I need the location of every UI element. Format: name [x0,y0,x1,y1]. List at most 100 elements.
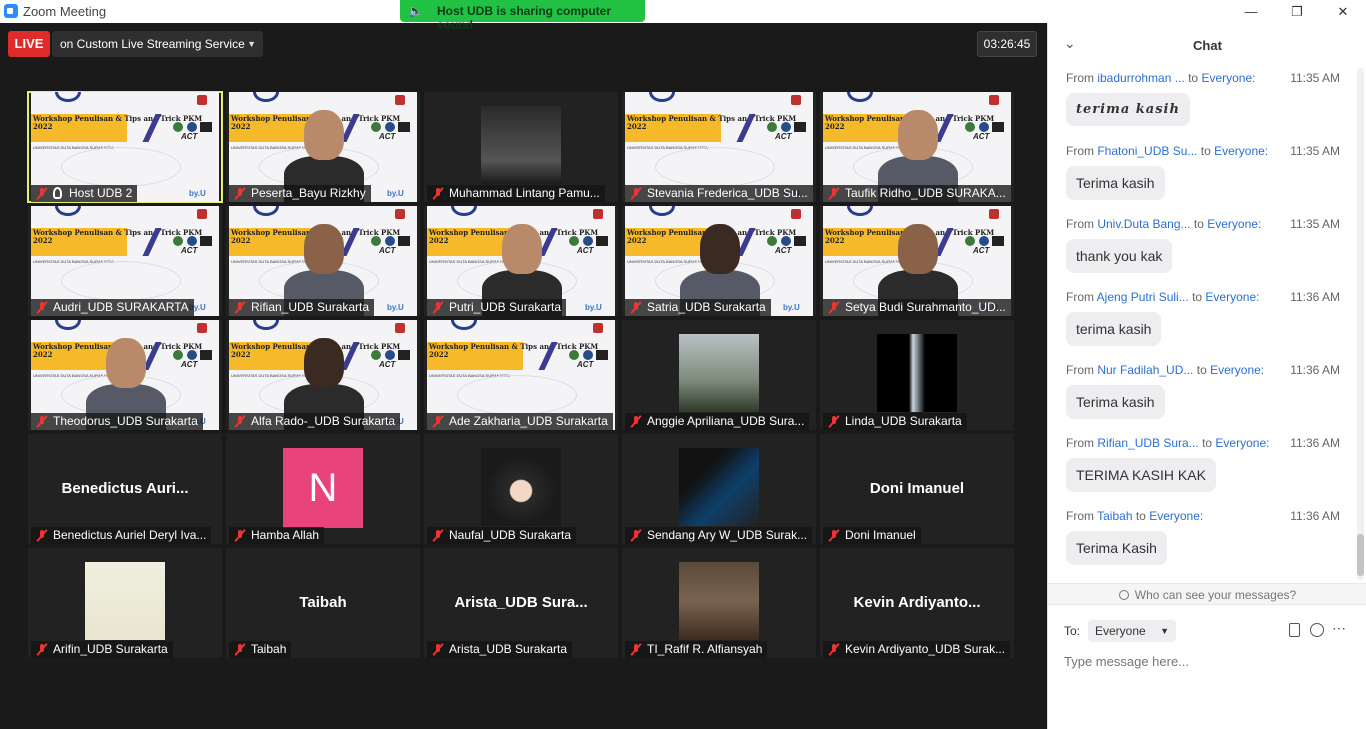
participant-tile[interactable]: Workshop Penulisan & Tips and Trick PKM … [622,92,816,202]
participant-tile[interactable]: Naufal_UDB Surakarta [424,434,618,544]
message-recipient[interactable]: Everyone: [1205,290,1259,304]
decor-ring [847,92,873,102]
participant-name: Host UDB 2 [69,186,133,200]
participant-face [502,224,542,274]
participant-tile[interactable]: Sendang Ary W_UDB Surak... [622,434,816,544]
file-icon[interactable] [1289,623,1300,637]
message-recipient[interactable]: Everyone: [1207,217,1261,231]
participant-tile[interactable]: Arifin_UDB Surakarta [28,548,222,658]
minimize-button[interactable]: — [1228,0,1274,23]
byu-logo: by.U [585,303,602,312]
participant-tile[interactable]: Benedictus Auri... Benedictus Auriel Dery… [28,434,222,544]
participant-tile[interactable]: N Hamba Allah [226,434,420,544]
message-bubble: Terima Kasih [1066,531,1167,565]
participant-tile[interactable]: Anggie Apriliana_UDB Sura... [622,320,816,430]
chat-scroll-thumb[interactable] [1357,534,1364,576]
participant-tile[interactable]: Workshop Penulisan & Tips and Trick PKM … [226,320,420,430]
live-stream-service-label: on Custom Live Streaming Service [60,37,245,51]
decor-ring [649,92,675,102]
participant-tile[interactable]: Workshop Penulisan & Tips and Trick PKM … [424,320,618,430]
participant-tile[interactable]: Muhammad Lintang Pamu... [424,92,618,202]
act-logo: ACT [973,246,990,255]
sound-share-banner[interactable]: 🔈 Host UDB is sharing computer sound [400,0,645,32]
close-button[interactable]: ✕ [1320,0,1366,23]
university-crest-icon [989,95,999,105]
participant-name: Setya Budi Surahmanto_UD... [845,300,1006,314]
live-stream-service-menu[interactable]: on Custom Live Streaming Service ▼ [52,31,263,57]
maximize-button[interactable]: ❐ [1274,0,1320,23]
participant-tile[interactable]: Workshop Penulisan & Tips and Trick PKM … [424,206,618,316]
participant-tile[interactable]: Workshop Penulisan & Tips and Trick PKM … [820,206,1014,316]
bottom-strip [0,705,1047,729]
message-time: 11:35 AM [1290,71,1340,85]
avatar-initial: N [283,448,363,528]
mic-muted-icon [827,415,841,428]
chat-message: From Ajeng Putri Suli... to Everyone: 11:… [1066,290,1356,346]
participant-face [898,110,938,160]
message-to-label: to [1200,144,1211,158]
zoom-window: Zoom Meeting — ❐ ✕ 🔈 Host UDB is sharing… [0,0,1366,729]
participant-name: Theodorus_UDB Surakarta [53,414,198,428]
participant-name-label: Host UDB 2 [31,185,138,202]
university-crest-icon [395,95,405,105]
more-icon[interactable]: ⋯ [1332,620,1346,637]
university-crest-icon [395,323,405,333]
participant-name: Alfa Rado-_UDB Surakarta [251,414,396,428]
participant-tile[interactable]: Kevin Ardiyanto... Kevin Ardiyanto_UDB Su… [820,548,1014,658]
recipient-select[interactable]: Everyone ▼ [1088,620,1176,642]
gallery-view: Workshop Penulisan & Tips and Trick PKM … [27,91,1018,658]
chat-panel: ⌄ Chat From ibadurrohman ... to Everyone… [1047,23,1366,729]
participant-tile[interactable]: TI_Rafif R. Alfiansyah [622,548,816,658]
message-from-label: From [1066,144,1094,158]
participant-tile[interactable]: Linda_UDB Surakarta [820,320,1014,430]
message-sender[interactable]: Univ.Duta Bang... [1097,217,1190,231]
participant-name-label: Arifin_UDB Surakarta [31,641,173,658]
act-logo: ACT [973,132,990,141]
message-sender[interactable]: Rifian_UDB Sura... [1097,436,1198,450]
participant-tile[interactable]: Arista_UDB Sura... Arista_UDB Surakarta [424,548,618,658]
participant-tile[interactable]: Workshop Penulisan & Tips and Trick PKM … [622,206,816,316]
message-time: 11:35 AM [1290,144,1340,158]
live-indicator[interactable]: LIVE [8,31,50,57]
message-from-label: From [1066,509,1094,523]
mic-muted-icon [35,529,49,542]
participant-name: Linda_UDB Surakarta [845,414,962,428]
participant-tile[interactable]: Doni Imanuel Doni Imanuel [820,434,1014,544]
participant-name: Arista_UDB Surakarta [449,642,568,656]
message-recipient[interactable]: Everyone: [1214,144,1268,158]
message-to-label: to [1193,217,1204,231]
participant-tile[interactable]: Workshop Penulisan & Tips and Trick PKM … [28,320,222,430]
participant-name-label: Stevania Frederica_UDB Su... [625,185,813,202]
message-sender[interactable]: Ajeng Putri Suli... [1097,290,1189,304]
participant-tile[interactable]: Taibah Taibah [226,548,420,658]
participant-tile[interactable]: Workshop Penulisan & Tips and Trick PKM … [226,206,420,316]
message-recipient[interactable]: Everyone: [1149,509,1203,523]
participant-tile[interactable]: Workshop Penulisan & Tips and Trick PKM … [28,206,222,316]
message-recipient[interactable]: Everyone: [1215,436,1269,450]
message-recipient[interactable]: Everyone: [1210,363,1264,377]
recipient-value: Everyone [1095,624,1146,638]
emoji-icon[interactable] [1310,623,1324,637]
participant-name-label: Theodorus_UDB Surakarta [31,413,203,430]
message-sender[interactable]: Nur Fadilah_UD... [1097,363,1193,377]
message-sender[interactable]: Fhatoni_UDB Su... [1097,144,1197,158]
act-logo: ACT [379,246,396,255]
profile-photo [481,106,561,184]
participant-face [898,224,938,274]
act-logo: ACT [181,246,198,255]
participant-tile[interactable]: Workshop Penulisan & Tips and Trick PKM … [820,92,1014,202]
participant-name: Hamba Allah [251,528,320,542]
participant-tile[interactable]: Workshop Penulisan & Tips and Trick PKM … [27,91,223,203]
chat-scrollbar[interactable] [1357,68,1364,580]
participant-name: Audri_UDB SURAKARTA [53,300,189,314]
message-recipient[interactable]: Everyone: [1201,71,1255,85]
university-crest-icon [989,209,999,219]
participant-name-label: Satria_UDB Surakarta [625,299,771,316]
message-bubble: terima kasih [1066,93,1190,126]
chat-message-input[interactable] [1064,649,1354,673]
message-sender[interactable]: ibadurrohman ... [1097,71,1184,85]
who-can-see-link[interactable]: Who can see your messages? [1048,583,1366,605]
participant-tile[interactable]: Workshop Penulisan & Tips and Trick PKM … [226,92,420,202]
participant-name-label: Kevin Ardiyanto_UDB Surak... [823,641,1011,658]
message-sender[interactable]: Taibah [1097,509,1132,523]
